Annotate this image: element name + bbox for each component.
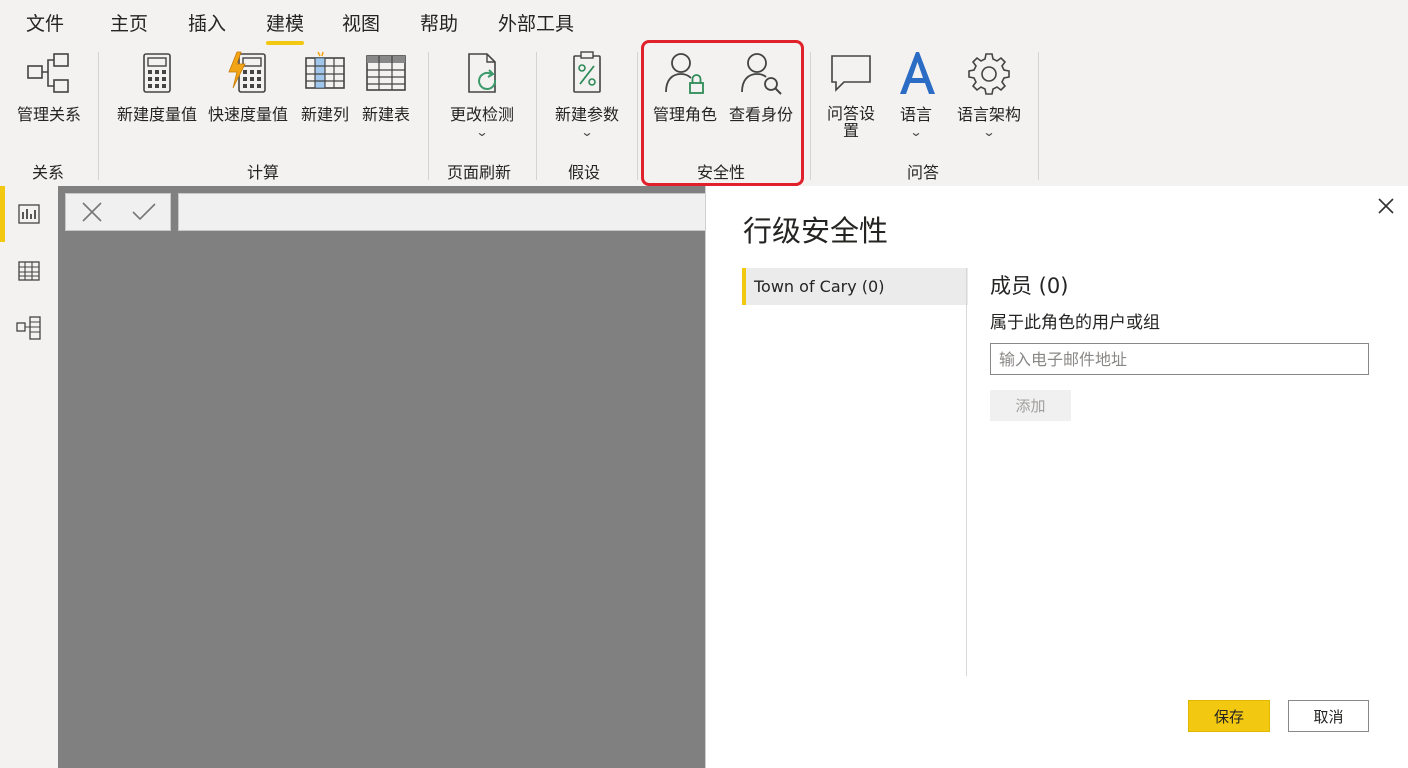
linguistic-schema-label: 语言架构 [956,105,1021,124]
report-icon [18,204,40,224]
change-detection-icon [468,53,497,93]
linguistic-schema-button[interactable]: 语言架构 ⌄ [952,50,1026,138]
save-button[interactable]: 保存 [1188,700,1270,732]
ribbon-divider [536,52,537,180]
add-button[interactable]: 添加 [990,390,1071,421]
close-icon[interactable] [1374,194,1398,218]
relationships-icon [27,53,69,93]
ribbon-divider [1038,52,1039,180]
new-parameter-button[interactable]: 新建参数 ⌄ [549,50,625,138]
rls-dialog: 行级安全性 Town of Cary (0) 成员 (0) 属于此角色的用户或组… [705,186,1408,768]
group-label-qa: 问答 [907,163,940,182]
ribbon-divider [98,52,99,180]
change-detection-button[interactable]: 更改检测 ⌄ [444,50,520,138]
language-label: 语言 [899,105,932,124]
new-column-icon [305,51,345,89]
qa-setup-button[interactable]: 问答设 置 [820,50,882,140]
new-column-label: 新建列 [300,105,349,124]
chevron-down-icon: ⌄ [982,125,996,139]
calculator-icon [143,53,171,93]
new-parameter-label: 新建参数 [554,105,619,124]
model-view-button[interactable] [0,300,58,356]
chevron-down-icon: ⌄ [909,125,923,139]
ribbon-divider [810,52,811,180]
tab-help[interactable]: 帮助 [420,9,458,36]
formula-controls [65,193,171,231]
quick-measure-button[interactable]: 快速度量值 [203,50,293,126]
tab-external-tools[interactable]: 外部工具 [498,9,574,36]
ribbon-divider [428,52,429,180]
model-icon [16,316,41,340]
report-canvas [58,186,706,768]
menu-bar: 文件 主页 插入 建模 视图 帮助 外部工具 [0,0,1408,45]
manage-relationships-label: 管理关系 [16,105,81,124]
email-input[interactable] [990,343,1369,375]
report-view-button[interactable] [0,186,58,242]
members-subtitle: 属于此角色的用户或组 [990,313,1160,333]
close-icon[interactable] [80,200,104,224]
checkmark-icon[interactable] [131,200,157,224]
chevron-down-icon: ⌄ [475,125,489,139]
font-a-icon [900,52,935,94]
qa-setup-label-line2: 置 [842,121,859,140]
tab-home[interactable]: 主页 [110,9,148,36]
new-table-button[interactable]: 新建表 [357,50,415,126]
cancel-button[interactable]: 取消 [1288,700,1369,732]
data-view-button[interactable] [0,243,58,299]
chevron-down-icon: ⌄ [580,125,594,139]
speech-bubble-icon [831,55,871,92]
new-measure-button[interactable]: 新建度量值 [111,50,203,126]
tab-file[interactable]: 文件 [26,9,64,36]
table-icon [18,261,40,281]
quick-measure-icon [228,51,266,93]
group-label-whatif: 假设 [568,163,601,182]
tab-modeling[interactable]: 建模 [266,9,305,45]
group-label-page-refresh: 页面刷新 [447,163,512,182]
manage-relationships-button[interactable]: 管理关系 [12,50,86,126]
tab-view[interactable]: 视图 [342,9,380,36]
new-column-button[interactable]: 新建列 [296,50,354,126]
dialog-divider [966,268,967,676]
gear-icon [968,53,1010,95]
new-table-icon [366,55,406,91]
language-button[interactable]: 语言 ⌄ [894,50,938,138]
ribbon-divider [637,52,638,180]
members-heading: 成员 (0) [990,274,1069,298]
security-highlight-box [641,40,804,186]
group-label-calculations: 计算 [247,163,280,182]
dialog-title: 行级安全性 [743,214,889,248]
tab-insert[interactable]: 插入 [188,9,226,36]
new-table-label: 新建表 [361,105,410,124]
quick-measure-label: 快速度量值 [207,105,288,124]
change-detection-label: 更改检测 [449,105,514,124]
role-list-item[interactable]: Town of Cary (0) [742,268,968,305]
group-label-relationships: 关系 [32,163,65,182]
parameter-icon [573,51,601,93]
formula-bar[interactable] [178,193,706,231]
new-measure-label: 新建度量值 [116,105,197,124]
left-nav [0,186,58,768]
